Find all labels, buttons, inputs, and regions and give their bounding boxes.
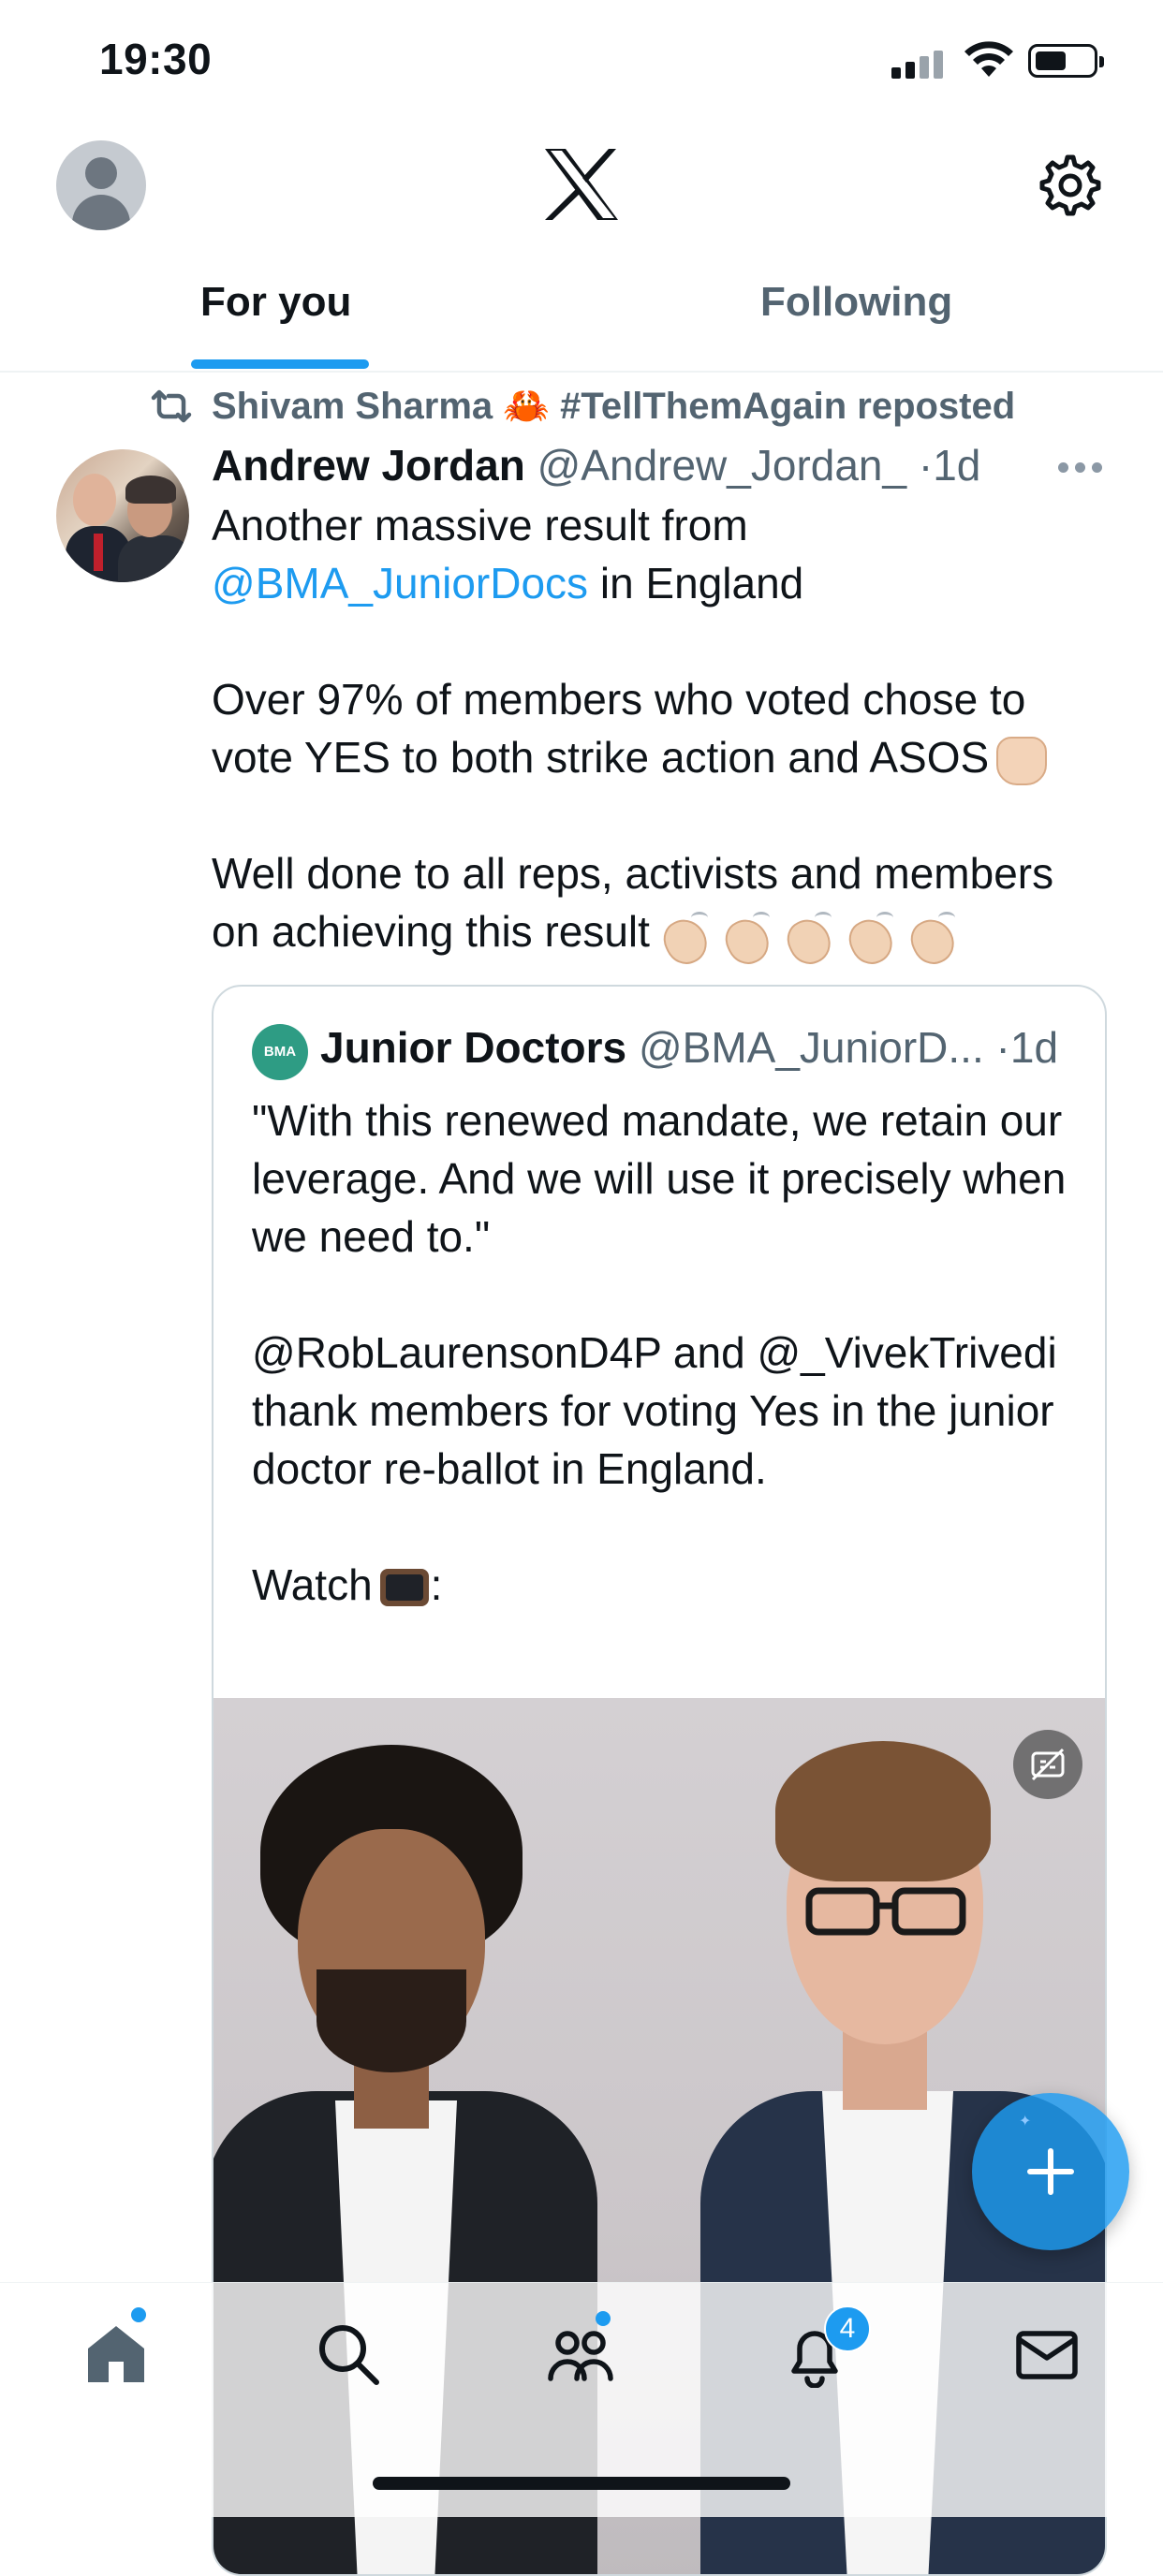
video-figure-beard <box>317 1969 466 2072</box>
quoted-tweet-header: Junior Doctors @BMA_JuniorD... ·1d <box>320 1022 1058 1073</box>
clapping-hands-emoji-icon <box>843 910 897 960</box>
notification-count-badge: 4 <box>824 2305 871 2352</box>
tweet-line: in England <box>588 559 804 607</box>
author-handle[interactable]: @Andrew_Jordan_ <box>537 441 906 490</box>
tweet-line: Another massive result from <box>212 501 748 549</box>
mention-link[interactable]: @BMA_JuniorDocs <box>212 559 588 607</box>
quoted-paragraph: Watch <box>252 1560 373 1609</box>
x-logo-icon[interactable] <box>543 147 620 222</box>
tweet-header: Andrew Jordan @Andrew_Jordan_ ·1d <box>212 440 980 490</box>
tweet-paragraph: Over 97% of members who voted chose to v… <box>212 675 1026 782</box>
quoted-tweet-text: "With this renewed mandate, we retain ou… <box>252 1091 1076 1614</box>
video-figure-hair <box>775 1741 991 1881</box>
gear-icon[interactable] <box>1038 153 1103 218</box>
quoted-paragraph: @RobLaurensonD4P and @_VivekTrivedi than… <box>252 1328 1057 1493</box>
sparkle-icon: ✦ <box>1019 2114 1032 2130</box>
quoted-paragraph: "With this renewed mandate, we retain ou… <box>252 1096 1067 1261</box>
clapping-hands-emoji-icon <box>719 910 773 960</box>
bma-logo-text: BMA <box>263 1044 297 1060</box>
wifi-icon <box>964 41 1013 77</box>
profile-avatar-icon[interactable] <box>56 140 146 230</box>
home-indicator[interactable] <box>373 2477 790 2490</box>
status-time: 19:30 <box>99 35 213 83</box>
battery-level <box>1036 51 1066 70</box>
video-figure-glasses <box>805 1887 966 1936</box>
tweet-text: Another massive result from @BMA_JuniorD… <box>212 496 1111 960</box>
clapping-hands-emoji-icon <box>781 910 835 960</box>
home-icon[interactable] <box>82 2320 150 2388</box>
repost-attribution[interactable]: Shivam Sharma 🦀 #TellThemAgain reposted <box>212 384 1015 428</box>
tab-for-you[interactable]: For you <box>200 279 351 326</box>
author-avatar[interactable] <box>56 449 189 582</box>
quoted-author-name[interactable]: Junior Doctors <box>320 1023 626 1072</box>
quoted-tweet-timestamp[interactable]: 1d <box>1010 1023 1058 1072</box>
author-name[interactable]: Andrew Jordan <box>212 441 525 490</box>
header-divider <box>0 371 1163 373</box>
battery-icon <box>1028 44 1104 78</box>
tweet-timestamp[interactable]: 1d <box>933 441 980 490</box>
television-emoji-icon <box>378 1565 431 1612</box>
quoted-author-handle[interactable]: @BMA_JuniorD... <box>639 1023 984 1072</box>
separator-dot: · <box>995 1023 1010 1072</box>
home-unread-dot <box>131 2307 146 2322</box>
clapping-hands-emoji-icon <box>657 910 712 960</box>
clapping-hands-emoji-icon <box>905 910 959 960</box>
mail-icon[interactable] <box>1013 2320 1081 2388</box>
cellular-signal-icon <box>891 49 946 79</box>
separator-dot: · <box>918 441 934 490</box>
captions-off-icon[interactable] <box>1013 1730 1082 1799</box>
search-icon[interactable] <box>315 2320 382 2388</box>
active-tab-indicator <box>191 359 369 369</box>
communities-unread-dot <box>596 2311 611 2326</box>
plus-icon <box>1027 2148 1074 2195</box>
raised-fist-emoji-icon <box>996 736 1048 785</box>
compose-button[interactable]: ✦ <box>972 2093 1129 2250</box>
quoted-paragraph-suffix: : <box>430 1560 443 1609</box>
more-options-icon[interactable] <box>1058 462 1103 476</box>
repost-icon <box>151 389 192 423</box>
tab-following[interactable]: Following <box>760 279 952 326</box>
bma-logo-icon: BMA <box>252 1024 308 1080</box>
communities-icon[interactable] <box>547 2320 614 2388</box>
